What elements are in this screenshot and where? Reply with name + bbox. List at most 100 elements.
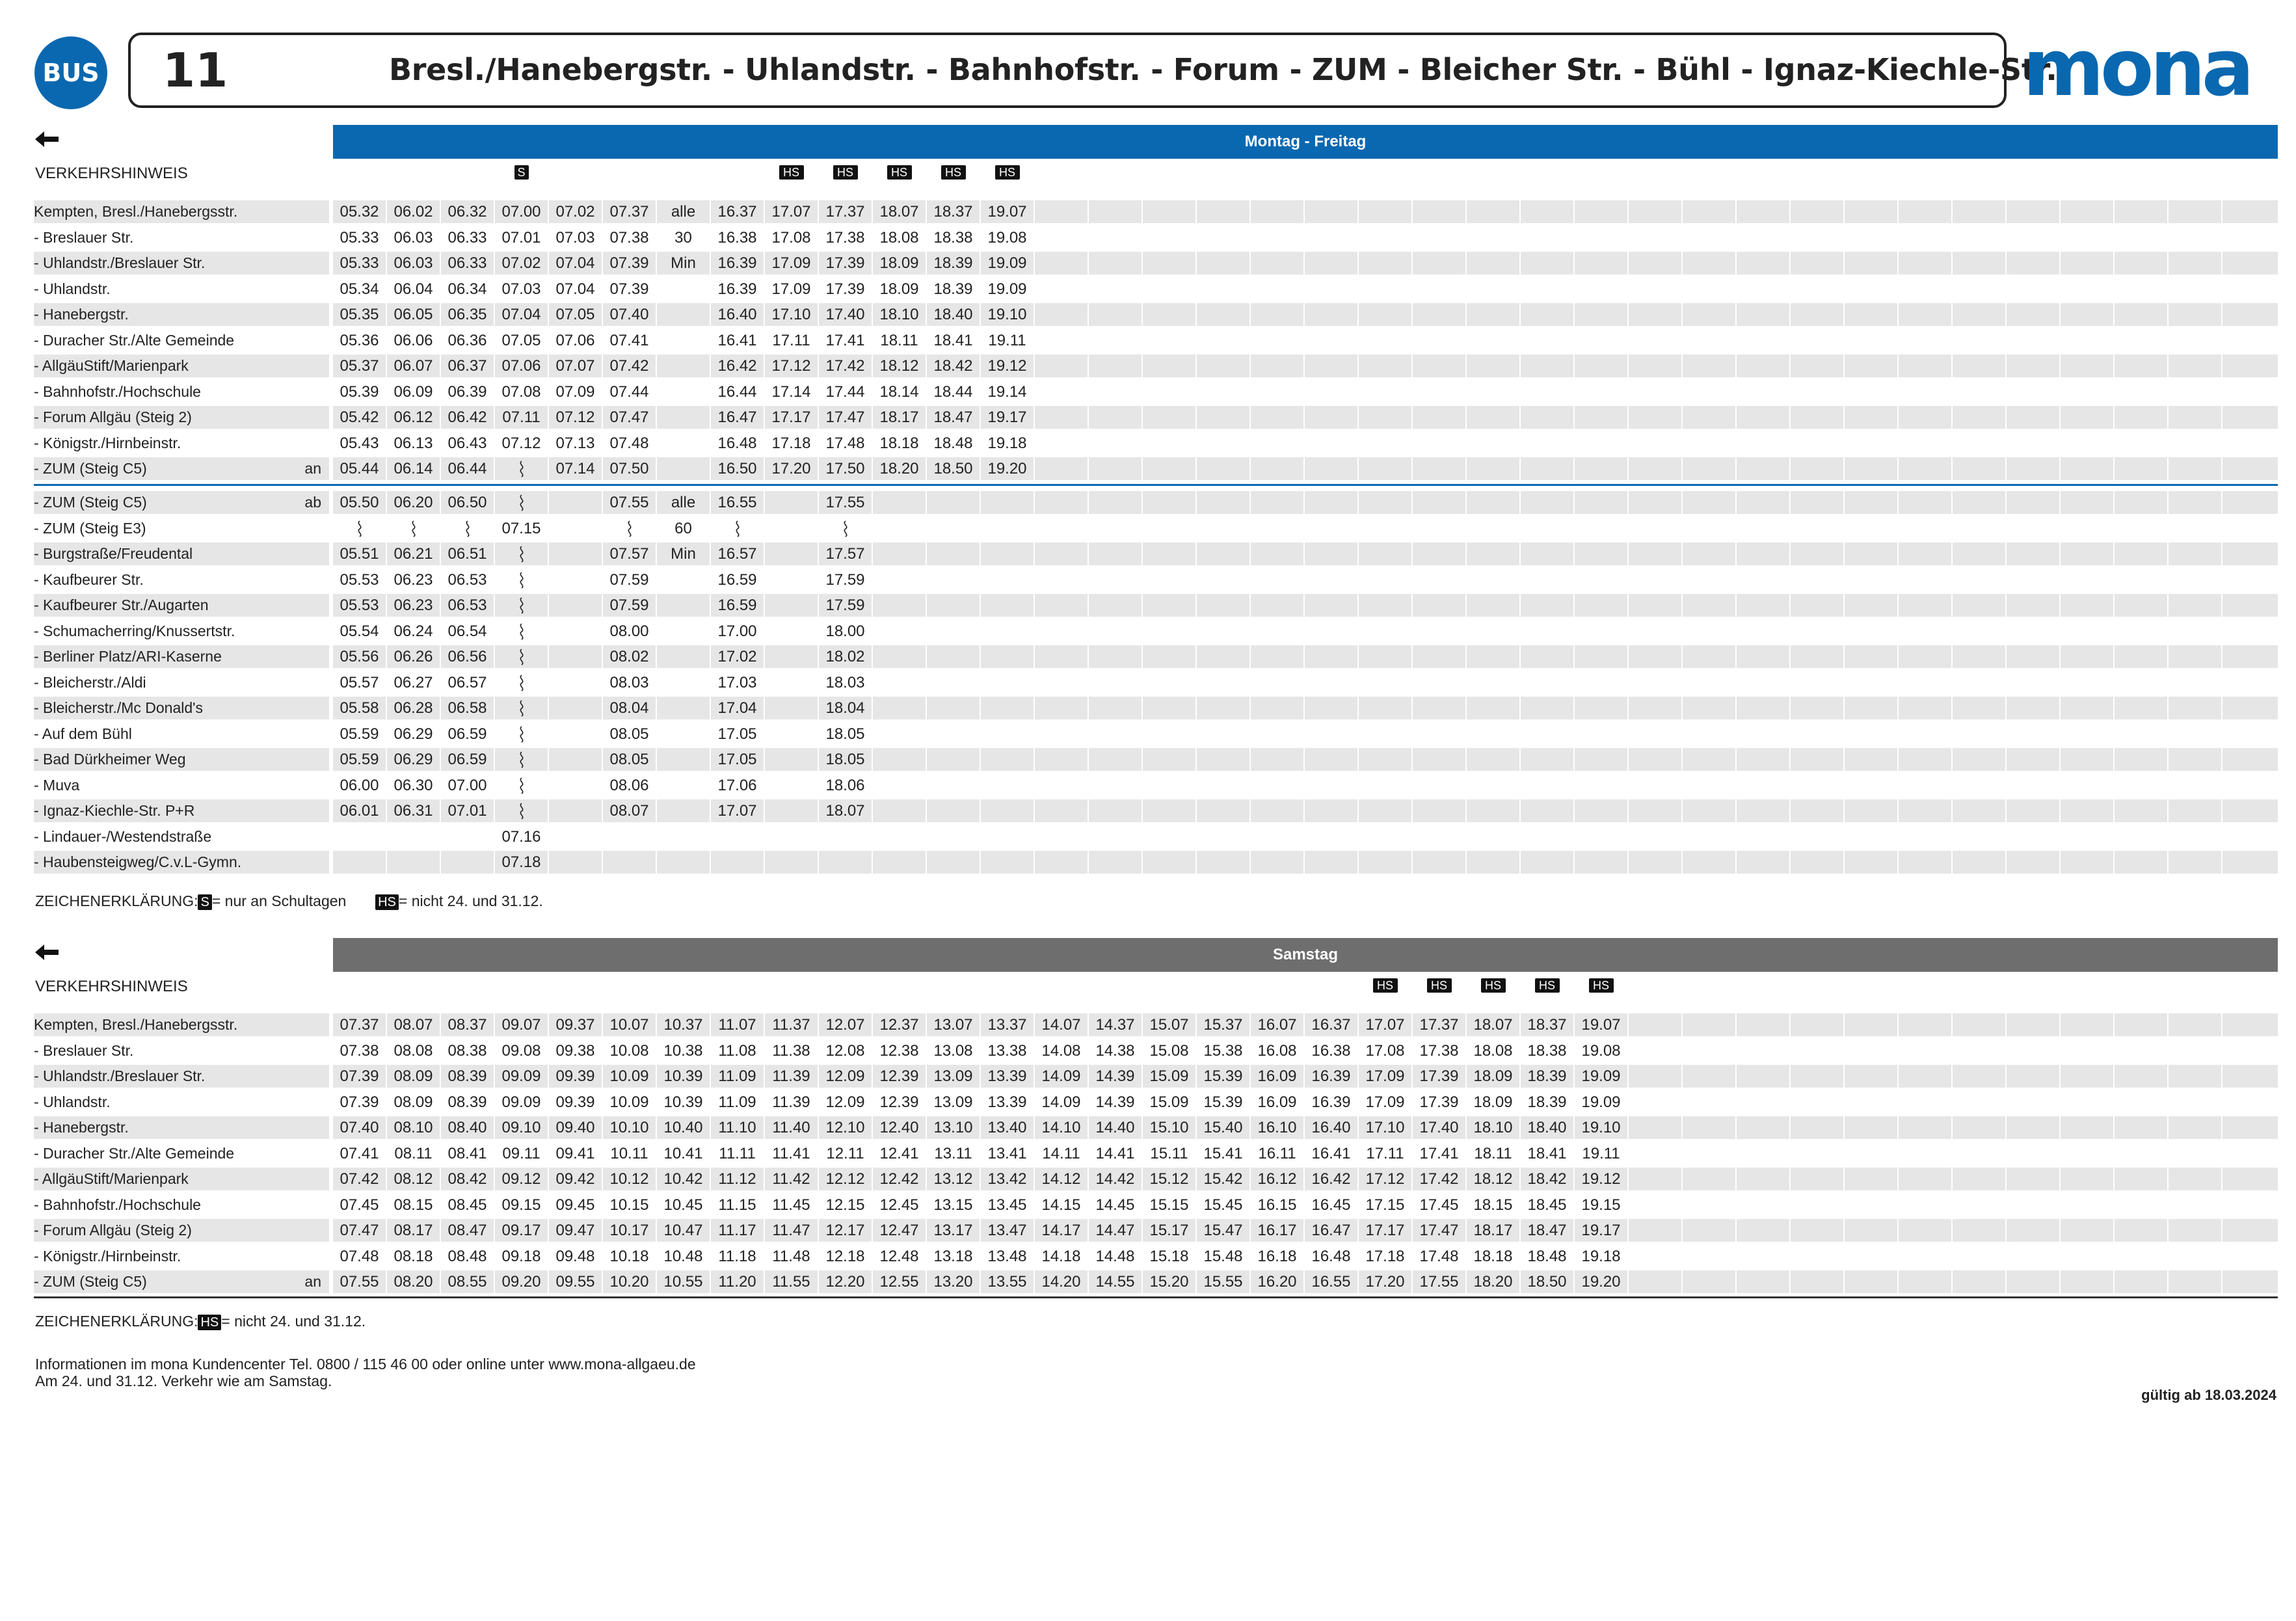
stop-name: - Bahnhofstr./Hochschule — [34, 1193, 329, 1216]
time-cell — [981, 773, 1034, 797]
time-cell — [873, 568, 926, 591]
time-cell — [1791, 1090, 1843, 1114]
time-cell: 08.39 — [441, 1090, 494, 1114]
time-cell: 11.38 — [765, 1039, 818, 1062]
time-cell — [927, 645, 980, 668]
skip-squiggle-icon — [520, 803, 523, 820]
line-number: 11 — [163, 43, 228, 98]
time-cell — [1359, 431, 1411, 455]
time-cell — [2223, 722, 2278, 745]
time-cell: 17.07 — [1359, 1013, 1411, 1036]
time-cell: 15.11 — [1143, 1142, 1195, 1165]
time-cell — [1845, 277, 1897, 301]
time-cell — [2169, 328, 2221, 352]
time-cell — [1089, 619, 1141, 643]
time-cell — [2007, 773, 2059, 797]
time-cell: 17.41 — [1413, 1142, 1465, 1165]
time-cell: 16.17 — [1251, 1219, 1303, 1242]
time-cell — [2169, 748, 2221, 771]
time-cell: 09.47 — [549, 1219, 602, 1242]
time-cell: 19.17 — [1575, 1219, 1627, 1242]
time-cell: 17.50 — [819, 457, 872, 480]
time-cell: 09.38 — [549, 1039, 602, 1062]
time-cell: 07.55 — [603, 491, 656, 514]
time-cell — [711, 825, 764, 848]
time-cell — [2223, 328, 2278, 352]
time-cell: 18.20 — [1467, 1270, 1519, 1293]
time-cell: 07.59 — [603, 568, 656, 591]
time-cell — [1143, 355, 1195, 377]
time-cell — [549, 799, 602, 822]
time-cell — [1305, 380, 1357, 403]
skip-squiggle-icon — [520, 461, 523, 477]
time-cell — [1683, 1013, 1735, 1036]
time-cell — [1737, 491, 1789, 514]
time-cell — [1521, 825, 1573, 848]
time-cell — [1143, 543, 1195, 565]
time-cell — [1737, 825, 1789, 848]
time-cell — [1629, 1219, 1681, 1242]
time-cell — [1359, 825, 1411, 848]
time-cell: 10.07 — [603, 1013, 656, 1036]
time-cell — [2061, 1116, 2113, 1139]
time-cell — [1953, 252, 2005, 275]
skip-squiggle-icon — [520, 623, 523, 640]
time-cell: 12.12 — [819, 1168, 872, 1190]
time-cell: 16.40 — [711, 303, 764, 326]
time-cell — [1089, 825, 1141, 848]
time-cell: 14.39 — [1089, 1065, 1141, 1088]
time-cell: 18.47 — [1521, 1219, 1573, 1242]
time-cell — [2115, 200, 2167, 223]
time-cell — [1791, 773, 1843, 797]
time-cell — [873, 491, 926, 514]
time-cell — [1791, 431, 1843, 455]
time-cell: 12.15 — [819, 1193, 872, 1216]
time-cell — [1467, 799, 1519, 822]
bus-badge: BUS — [34, 36, 107, 109]
stop-label: - Forum Allgäu (Steig 2) — [34, 409, 192, 425]
time-cell — [1629, 303, 1681, 326]
time-cell — [2007, 457, 2059, 480]
time-cell — [1629, 543, 1681, 565]
time-cell: 05.53 — [333, 568, 386, 591]
trip-marker: HS — [779, 165, 804, 180]
time-cell: 14.41 — [1089, 1142, 1141, 1165]
time-cell — [1143, 226, 1195, 249]
time-cell: 07.11 — [495, 406, 548, 429]
time-cell — [2061, 355, 2113, 377]
time-cell — [1791, 697, 1843, 719]
time-cell — [2115, 406, 2167, 429]
time-cell — [1413, 645, 1465, 668]
time-cell — [2169, 568, 2221, 591]
time-cell — [1683, 200, 1735, 223]
time-cell: 18.39 — [927, 277, 980, 301]
time-cell: 07.12 — [549, 406, 602, 429]
time-cell — [657, 457, 710, 480]
time-cell: 06.29 — [387, 722, 440, 745]
time-cell: 17.05 — [711, 722, 764, 745]
time-cell — [1089, 851, 1141, 874]
time-cell: 10.17 — [603, 1219, 656, 1242]
time-cell: 16.37 — [1305, 1013, 1357, 1036]
time-cell — [1089, 773, 1141, 797]
time-cell: 11.08 — [711, 1039, 764, 1062]
time-cell — [1467, 226, 1519, 249]
time-cell — [1251, 457, 1303, 480]
skip-squiggle-icon — [520, 725, 523, 743]
time-cell — [1791, 1270, 1843, 1293]
time-cell — [1899, 457, 1951, 480]
trip-marker: HS — [1480, 978, 1506, 993]
time-cell — [1143, 773, 1195, 797]
time-cell — [1575, 355, 1627, 377]
time-cell — [657, 773, 710, 797]
time-cell: 12.45 — [873, 1193, 926, 1216]
time-cell: 17.04 — [711, 697, 764, 719]
stop-label: - Königstr./Hirnbeinstr. — [34, 1247, 181, 1265]
time-cell — [2169, 722, 2221, 745]
time-cell — [1845, 543, 1897, 565]
time-cell — [2007, 543, 2059, 565]
time-cell — [1089, 277, 1141, 301]
time-cell: 11.37 — [765, 1013, 818, 1036]
time-cell: 09.15 — [495, 1193, 548, 1216]
time-cell — [1953, 1116, 2005, 1139]
